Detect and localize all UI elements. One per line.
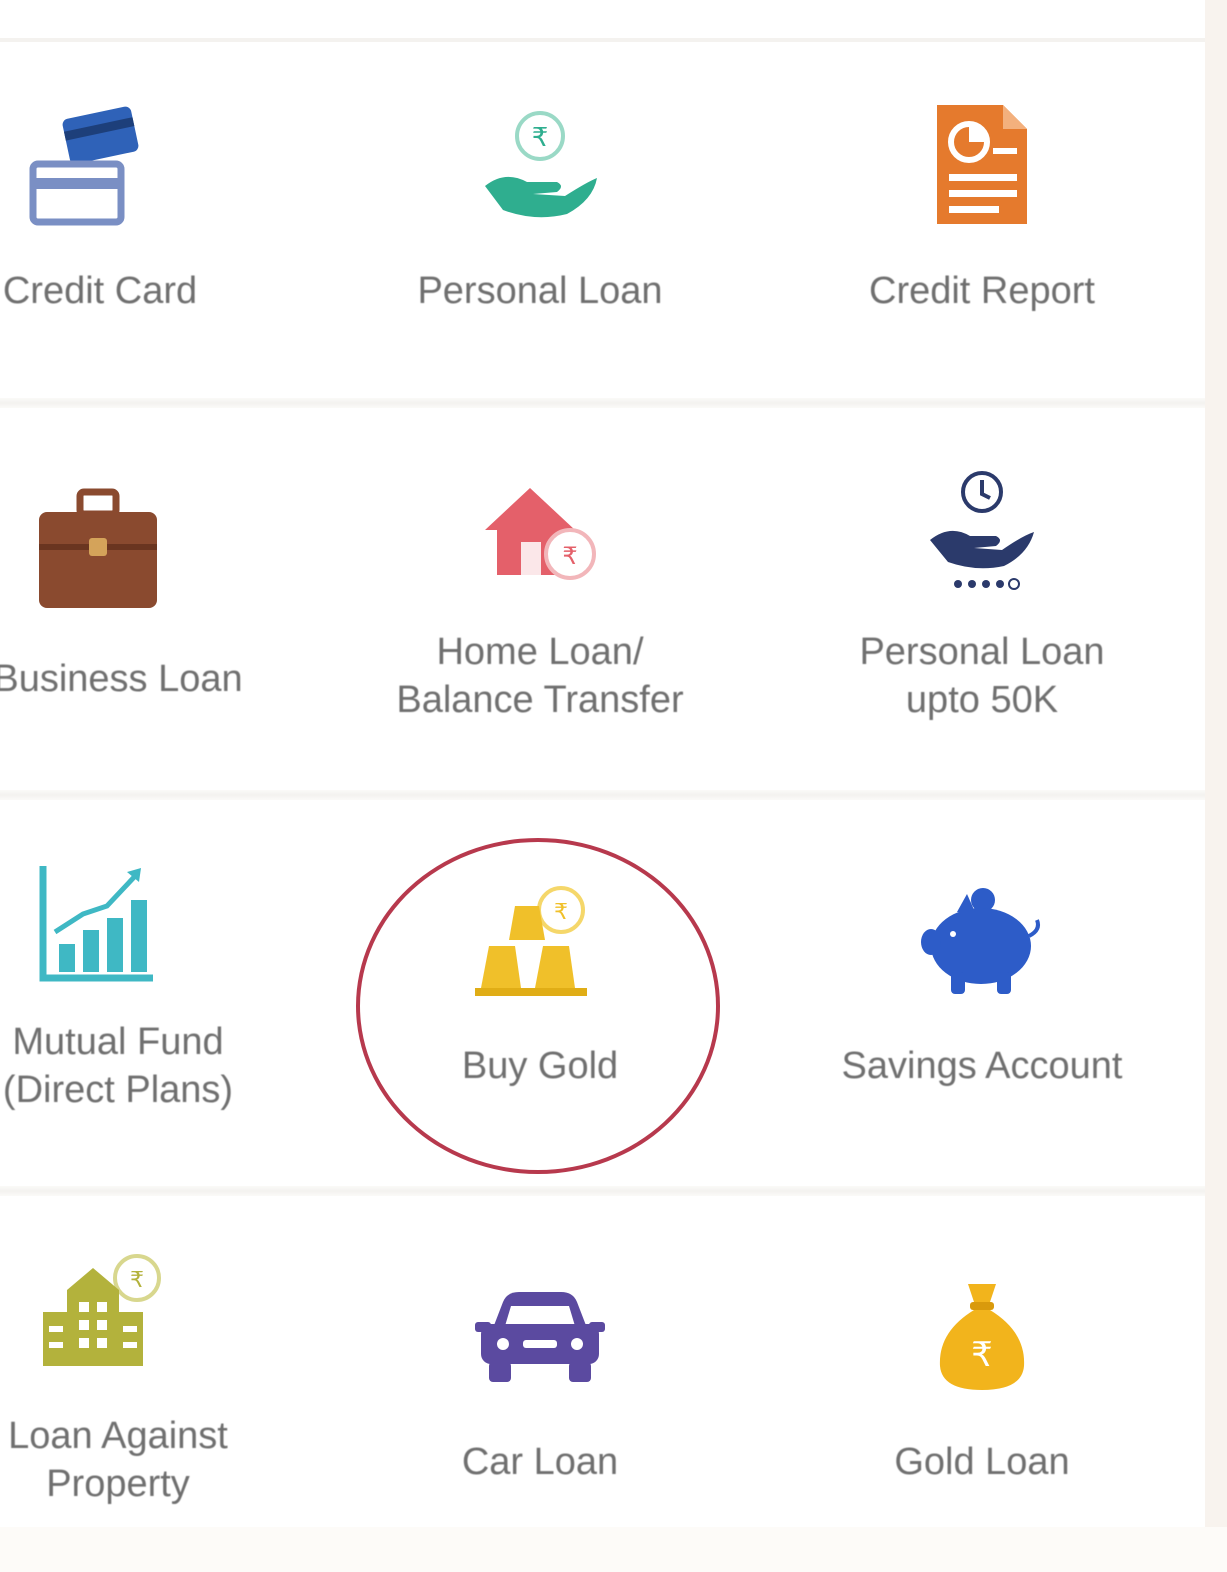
product-tile-home-loan[interactable]: ₹ Home Loan/Balance Transfer: [330, 400, 750, 780]
product-label: Mutual Fund (Direct Plans): [2, 1021, 234, 1111]
house-rupee-icon: ₹: [475, 480, 605, 590]
product-tile-personal-loan[interactable]: ₹ Personal Loan: [330, 40, 750, 420]
svg-text:₹: ₹: [130, 1268, 144, 1293]
svg-text:₹: ₹: [554, 900, 568, 925]
product-tile-car-loan[interactable]: Car Loan: [330, 1192, 750, 1572]
product-label: Buy Gold: [461, 1045, 619, 1087]
product-tile-credit-report[interactable]: Credit Report: [772, 40, 1192, 420]
product-label: Gold Loan: [894, 1441, 1070, 1483]
product-tile-savings-account[interactable]: Savings Account: [772, 796, 1192, 1176]
product-label: Business Loan: [0, 658, 243, 700]
product-tile-loan-against-property[interactable]: ₹ Loan Against Property: [0, 1192, 328, 1572]
credit-card-icon: [23, 102, 153, 232]
product-label: Car Loan: [461, 1441, 619, 1483]
product-tile-buy-gold[interactable]: ₹ Buy Gold: [330, 796, 750, 1176]
briefcase-icon: [33, 488, 163, 613]
product-label: Personal Loan: [417, 270, 663, 312]
product-label: Home Loan/Balance Transfer: [396, 631, 684, 721]
svg-text:₹: ₹: [971, 1335, 993, 1375]
product-tile-gold-loan[interactable]: ₹ Gold Loan: [772, 1192, 1192, 1572]
product-tile-personal-loan-50k[interactable]: Personal Loan upto 50K: [772, 400, 1192, 780]
hand-coin-dots-icon: [922, 468, 1042, 598]
report-document-icon: [927, 100, 1037, 230]
product-label: Loan Against Property: [8, 1415, 228, 1505]
hand-rupee-coin-icon: ₹: [475, 108, 605, 223]
product-label: Savings Account: [841, 1045, 1123, 1087]
money-bag-icon: ₹: [922, 1278, 1042, 1398]
growth-chart-icon: [33, 858, 163, 988]
svg-text:₹: ₹: [532, 123, 549, 153]
building-rupee-icon: ₹: [37, 1254, 167, 1374]
product-tile-credit-card[interactable]: Credit Card: [0, 40, 310, 420]
gold-bars-icon: ₹: [475, 884, 605, 1004]
product-tile-business-loan[interactable]: Business Loan: [0, 400, 328, 780]
product-label: Personal Loan upto 50K: [859, 631, 1105, 721]
product-tile-mutual-fund[interactable]: Mutual Fund (Direct Plans): [0, 796, 328, 1176]
product-label: Credit Card: [2, 270, 198, 312]
product-label: Credit Report: [869, 270, 1095, 312]
right-edge-strip: [1205, 0, 1227, 1527]
svg-text:₹: ₹: [562, 542, 577, 570]
piggy-bank-icon: [917, 882, 1047, 1002]
car-icon: [475, 1288, 605, 1388]
